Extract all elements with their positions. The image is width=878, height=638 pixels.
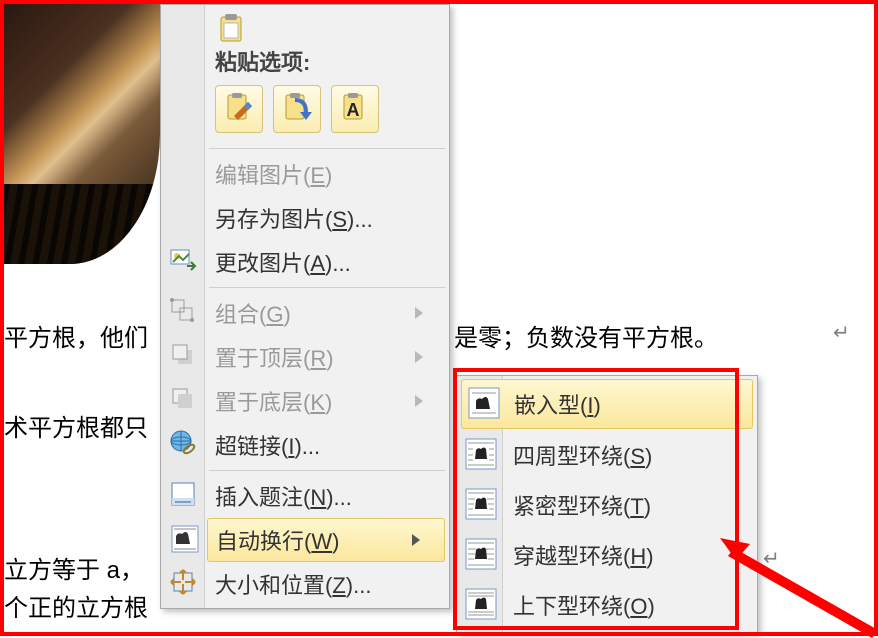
- selected-image[interactable]: [4, 4, 160, 264]
- menu-item-size-and-position[interactable]: 大小和位置(Z)...: [163, 562, 447, 606]
- menu-item-send-to-back[interactable]: 置于底层(K): [163, 379, 447, 423]
- submenu-label: 上下型环绕(O): [513, 589, 655, 621]
- submenu-item-wrap-inline[interactable]: 嵌入型(I): [461, 379, 753, 429]
- menu-label: 超链接(I)...: [215, 429, 423, 461]
- submenu-label: 嵌入型(I): [514, 388, 601, 420]
- change-picture-icon: [169, 246, 201, 278]
- menu-item-hyperlink[interactable]: 超链接(I)...: [163, 423, 447, 467]
- paste-options-header: 粘贴选项:: [163, 7, 447, 81]
- document-text: 平方根，他们: [4, 318, 148, 353]
- menu-item-insert-caption[interactable]: 插入题注(N)...: [163, 474, 447, 518]
- size-position-icon: [169, 568, 201, 600]
- submenu-item-wrap-top-and-bottom[interactable]: 上下型环绕(O): [459, 580, 755, 630]
- submenu-arrow-icon: [415, 351, 423, 363]
- svg-text:A: A: [347, 100, 360, 120]
- submenu-label: 四周型环绕(S): [513, 439, 652, 471]
- send-back-icon: [169, 385, 201, 417]
- group-icon: [169, 297, 201, 329]
- menu-item-change-picture[interactable]: 更改图片(A)...: [163, 240, 447, 284]
- menu-label: 置于顶层(R): [215, 341, 415, 373]
- submenu-label: 穿越型环绕(H): [513, 539, 654, 571]
- paste-merge-formatting[interactable]: [273, 85, 321, 133]
- menu-item-edit-picture[interactable]: 编辑图片(E): [163, 152, 447, 196]
- bring-front-icon: [169, 341, 201, 373]
- submenu-arrow-icon: [415, 395, 423, 407]
- submenu-arrow-icon: [412, 534, 420, 546]
- menu-label: 大小和位置(Z)...: [215, 568, 423, 600]
- clipboard-letter-a-icon: A: [338, 92, 372, 126]
- menu-label: 置于底层(K): [215, 385, 415, 417]
- paste-keep-source-formatting[interactable]: [215, 85, 263, 133]
- submenu-arrow-icon: [415, 307, 423, 319]
- menu-label: 自动换行(W): [216, 524, 412, 556]
- submenu-label: 紧密型环绕(T): [513, 489, 651, 521]
- paragraph-mark-icon: ↵: [763, 546, 780, 571]
- document-text: 是零；负数没有平方根。: [454, 318, 718, 353]
- wrap-inline-icon: [468, 387, 502, 421]
- wrap-text-submenu: 嵌入型(I) 四周型环绕(S) 紧密型环绕(T) 穿越型环绕(H) 上下型环绕(…: [456, 375, 758, 633]
- menu-label: 更改图片(A)...: [215, 246, 423, 278]
- hyperlink-icon: [169, 429, 201, 461]
- submenu-item-wrap-square[interactable]: 四周型环绕(S): [459, 430, 755, 480]
- clipboard-arrow-icon: [280, 92, 314, 126]
- clipboard-paste-icon: [215, 13, 439, 45]
- menu-label: 插入题注(N)...: [215, 480, 423, 512]
- wrap-tight-icon: [465, 488, 499, 522]
- wrap-topbottom-icon: [465, 588, 499, 622]
- menu-label: 另存为图片(S)...: [215, 202, 423, 234]
- menu-item-save-as-picture[interactable]: 另存为图片(S)...: [163, 196, 447, 240]
- document-text: 术平方根都只: [4, 408, 148, 443]
- document-text: 立方等于 a，: [4, 550, 144, 585]
- clipboard-brush-icon: [222, 92, 256, 126]
- paragraph-mark-icon: ↵: [833, 320, 850, 345]
- paste-options-label: 粘贴选项:: [215, 50, 310, 75]
- caption-icon: [169, 480, 201, 512]
- menu-label: 编辑图片(E): [215, 158, 423, 190]
- paste-text-only[interactable]: A: [331, 85, 379, 133]
- menu-item-group[interactable]: 组合(G): [163, 291, 447, 335]
- menu-label: 组合(G): [215, 297, 415, 329]
- menu-item-wrap-text[interactable]: 自动换行(W): [207, 518, 445, 562]
- wrap-text-icon: [170, 524, 202, 556]
- wrap-through-icon: [465, 538, 499, 572]
- picture-context-menu: 粘贴选项: A 编辑图片(E) 另存为图片(S)... 更改图片(A)...: [160, 4, 450, 609]
- submenu-item-wrap-through[interactable]: 穿越型环绕(H): [459, 530, 755, 580]
- document-text: 个正的立方根: [4, 588, 148, 623]
- wrap-square-icon: [465, 438, 499, 472]
- submenu-item-wrap-tight[interactable]: 紧密型环绕(T): [459, 480, 755, 530]
- menu-item-bring-to-front[interactable]: 置于顶层(R): [163, 335, 447, 379]
